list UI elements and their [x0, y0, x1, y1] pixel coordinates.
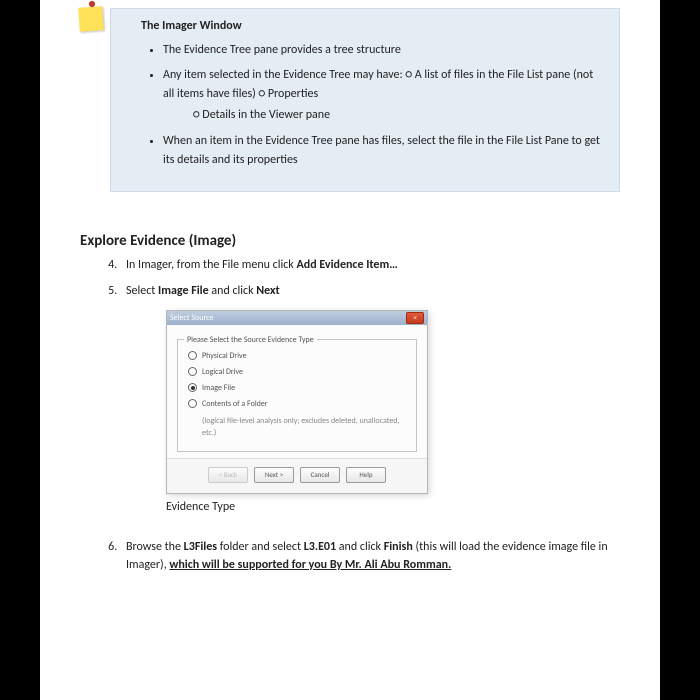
close-icon[interactable]: × [406, 312, 424, 324]
radio-option-logical[interactable]: Logical Drive [188, 366, 406, 378]
help-button[interactable]: Help [346, 467, 386, 483]
steps-list: In Imager, from the File menu click Add … [120, 256, 620, 574]
section-title: Explore Evidence (Image) [80, 232, 620, 250]
select-source-dialog: Select Source × Please Select the Source… [166, 310, 428, 494]
step-4: In Imager, from the File menu click Add … [120, 256, 620, 274]
note-bullet: When an item in the Evidence Tree pane h… [163, 132, 601, 170]
radio-option-folder[interactable]: Contents of a Folder (logical file-level… [188, 398, 406, 439]
radio-icon [188, 399, 197, 408]
note-sub-bullet: ○ Details in the Viewer pane [193, 105, 601, 127]
note-bullet: Any item selected in the Evidence Tree m… [163, 66, 601, 126]
radio-option-image-file[interactable]: Image File [188, 382, 406, 394]
cancel-button[interactable]: Cancel [300, 467, 340, 483]
radio-icon [188, 383, 197, 392]
note-bullet-list: The Evidence Tree pane provides a tree s… [147, 41, 601, 171]
figure-caption: Evidence Type [166, 498, 620, 516]
radio-icon [188, 351, 197, 360]
dialog-title: Select Source [170, 312, 213, 324]
next-button[interactable]: Next > [254, 467, 294, 483]
group-label: Please Select the Source Evidence Type [184, 334, 317, 346]
note-title: The Imager Window [141, 19, 601, 33]
back-button[interactable]: < Back [208, 467, 248, 483]
step-6: Browse the L3Files folder and select L3.… [120, 538, 620, 574]
document-page: The Imager Window The Evidence Tree pane… [40, 0, 660, 700]
note-box: The Imager Window The Evidence Tree pane… [110, 8, 620, 192]
dialog-footer: < Back Next > Cancel Help [167, 458, 427, 493]
radio-icon [188, 367, 197, 376]
radio-option-physical[interactable]: Physical Drive [188, 350, 406, 362]
dialog-titlebar: Select Source × [167, 311, 427, 325]
source-type-group: Please Select the Source Evidence Type P… [177, 339, 417, 452]
step-5: Select Image File and click Next Select … [120, 282, 620, 516]
sticky-note-icon [77, 1, 107, 31]
note-bullet: The Evidence Tree pane provides a tree s… [163, 41, 601, 60]
dialog-body: Please Select the Source Evidence Type P… [167, 325, 427, 458]
